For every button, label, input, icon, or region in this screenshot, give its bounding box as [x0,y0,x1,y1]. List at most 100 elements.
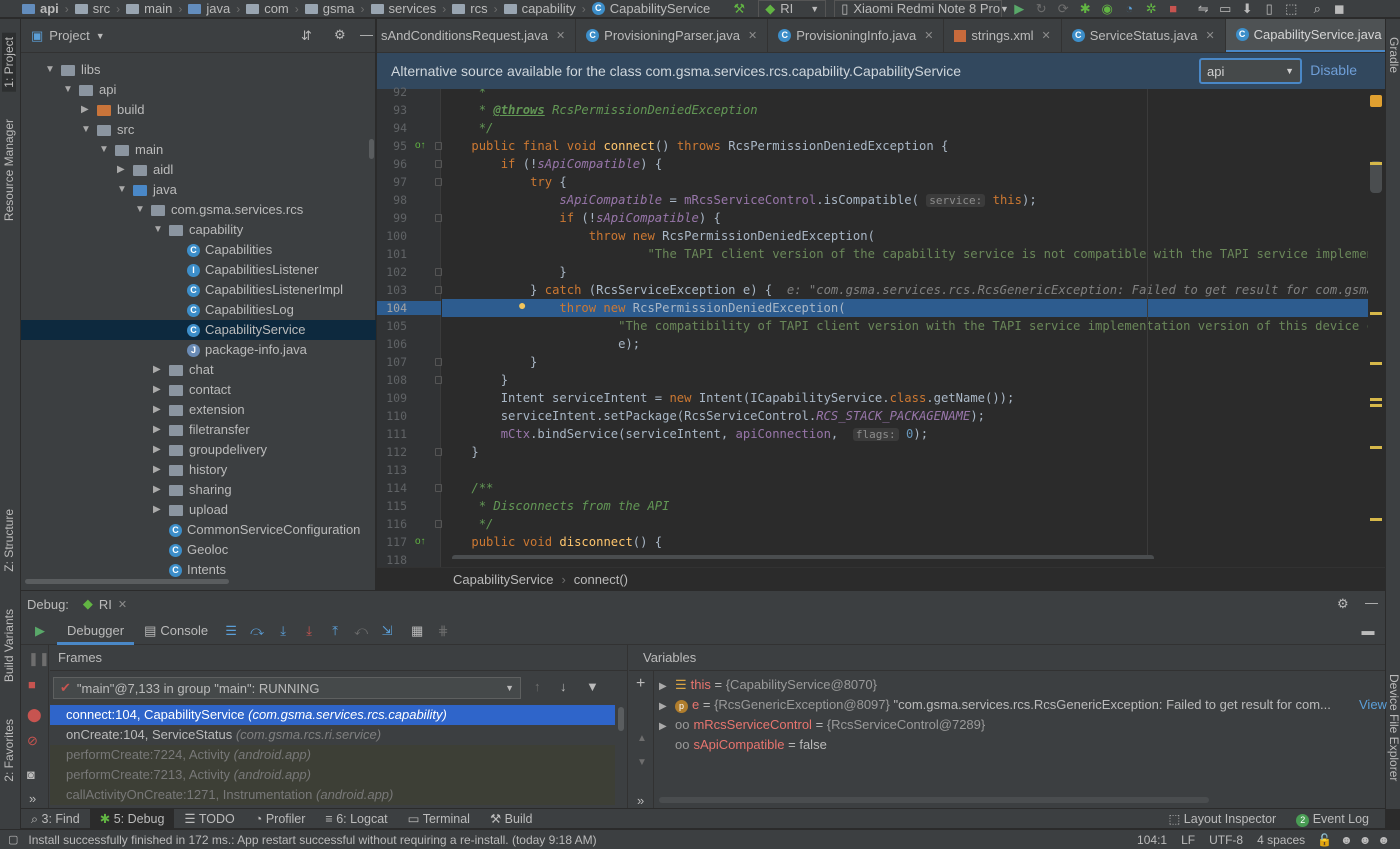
editor-scroll-markers[interactable] [1368,89,1384,567]
line-number[interactable]: 117 [377,535,407,549]
tool-tab-profiler[interactable]: ◔ Profiler [245,809,316,829]
tab-strings-xml[interactable]: strings.xml ✕ [944,19,1062,52]
gear-icon[interactable]: ⚙ [334,27,346,43]
sync-icon[interactable]: ⇋ [1192,0,1214,17]
tree-item-commonserviceconfiguration[interactable]: C CommonServiceConfiguration [21,520,376,540]
avd-manager-icon[interactable]: ▭ [1214,0,1236,17]
tree-item-libs[interactable]: ▼ libs [21,60,376,80]
line-number[interactable]: 114 [377,481,407,495]
crumb-com[interactable]: com › [246,0,305,17]
expanded-arrow-icon[interactable]: ▼ [135,200,151,220]
line-number[interactable]: 109 [377,391,407,405]
apply-code-icon[interactable]: ⟳ [1052,0,1074,17]
sdk-manager-icon[interactable]: ⬇ [1236,0,1258,17]
force-step-into-icon[interactable]: ⤓ [298,621,320,641]
fold-marker-icon[interactable] [435,268,442,276]
tree-item-capabilities[interactable]: C Capabilities [21,240,376,260]
step-over-icon[interactable]: ⤼ [246,621,268,641]
more-icon[interactable]: » [637,793,644,808]
line-number[interactable]: 106 [377,337,407,351]
inspector-icon[interactable]: ☻ [1340,833,1353,847]
tree-item-upload[interactable]: ▶ upload [21,500,376,520]
code-editor[interactable]: * * @throws RcsPermissionDeniedException… [442,89,1384,559]
tree-item-extension[interactable]: ▶ extension [21,400,376,420]
line-number[interactable]: 108 [377,373,407,387]
crumb-services[interactable]: services › [370,0,453,17]
variable-row[interactable]: ▶ ☰ this = {CapabilityService@8070} [659,675,877,695]
line-number[interactable]: 93 [377,103,407,117]
hide-icon[interactable]: — [360,27,373,42]
fold-marker-icon[interactable] [435,142,442,150]
tool-tab-todo[interactable]: ☰ TODO [174,809,244,829]
tool-tab-layout-inspector[interactable]: ⬚ Layout Inspector [1159,809,1287,829]
tool-tab-structure[interactable]: Z: Structure [2,509,16,572]
fold-marker-icon[interactable] [435,520,442,528]
stop-icon[interactable]: ■ [28,677,36,692]
tool-tab-find[interactable]: ⌕ 3: Find [21,809,90,829]
step-into-icon[interactable]: ⤓ [272,621,294,641]
tool-tab-logcat[interactable]: ≡ 6: Logcat [315,809,397,829]
close-icon[interactable]: ✕ [1205,29,1214,42]
collapsed-arrow-icon[interactable]: ▶ [153,420,169,440]
tab-debugger[interactable]: Debugger [57,617,135,645]
status-message[interactable]: Install successfully finished in 172 ms.… [28,833,596,847]
variable-row[interactable]: oo sApiCompatible = false [675,735,827,755]
tree-item-history[interactable]: ▶ history [21,460,376,480]
variable-row[interactable]: ▶ p e = {RcsGenericException@8097} "com.gs… [659,695,1389,715]
restore-layout-icon[interactable]: ▬ [1357,621,1379,641]
stop-icon[interactable]: ■ [1162,0,1184,17]
lock-icon[interactable]: 🔓 [1317,833,1332,847]
line-number[interactable]: 95 [377,139,407,153]
variable-row[interactable]: ▶ oo mRcsServiceControl = {RcsServiceContr… [659,715,985,735]
tab-provisioning-info[interactable]: C ProvisioningInfo.java ✕ [768,19,945,52]
line-number[interactable]: 107 [377,355,407,369]
horizontal-scrollbar[interactable] [452,555,1154,559]
toggle-tool-windows-icon[interactable]: ▢ [8,833,18,846]
collapsed-arrow-icon[interactable]: ▶ [81,100,97,120]
tool-tab-project[interactable]: 1: Project [2,33,16,92]
profile-icon[interactable]: ◉ [1096,0,1118,17]
app-icon[interactable]: ◼ [1328,0,1350,17]
tree-item-capabilitieslistener[interactable]: I CapabilitiesListener [21,260,376,280]
attach-debugger-icon[interactable]: ✲ [1140,0,1162,17]
tree-item-filetransfer[interactable]: ▶ filetransfer [21,420,376,440]
collapsed-arrow-icon[interactable]: ▶ [153,460,169,480]
tree-item-capability[interactable]: ▼ capability [21,220,376,240]
expanded-arrow-icon[interactable]: ▼ [99,140,115,160]
view-breakpoints-icon[interactable]: ⬤ [27,707,42,723]
crumb-api[interactable]: api › [22,0,75,17]
breadcrumb-method[interactable]: connect() [574,572,628,587]
tree-item-java[interactable]: ▼ java [21,180,376,200]
tree-item-capabilityservice[interactable]: C CapabilityService [21,320,376,340]
close-icon[interactable]: ✕ [1042,29,1051,42]
chevron-down-icon[interactable]: ▼ [96,31,105,41]
line-number[interactable]: 97 [377,175,407,189]
crumb-src[interactable]: src › [74,0,126,17]
memory-icon[interactable]: ☻ [1359,833,1372,847]
tree-item-chat[interactable]: ▶ chat [21,360,376,380]
file-encoding[interactable]: UTF-8 [1209,833,1243,847]
tab-terms-request[interactable]: sAndConditionsRequest.java ✕ [377,19,577,52]
tree-item-api[interactable]: ▼ api [21,80,376,100]
tab-console[interactable]: ▤ Console [134,617,218,645]
caret-position[interactable]: 104:1 [1137,833,1167,847]
fold-marker-icon[interactable] [435,214,442,222]
crumb-capability[interactable]: capability › [503,0,592,17]
crumb-rcs[interactable]: rcs › [452,0,503,17]
expanded-arrow-icon[interactable]: ▼ [153,220,169,240]
vertical-scrollbar[interactable] [1370,161,1382,193]
arrow-up-icon[interactable]: ▲ [637,733,647,744]
view-link[interactable]: View [1359,695,1387,715]
more-icon[interactable]: » [29,791,36,806]
close-icon[interactable]: ✕ [118,598,127,611]
line-number[interactable]: 116 [377,517,407,531]
tree-item-build[interactable]: ▶ build [21,100,376,120]
tree-item-capabilitieslistenerimpl[interactable]: C CapabilitiesListenerImpl [21,280,376,300]
camera-icon[interactable]: ◙ [27,767,35,782]
frame-row[interactable]: performCreate:7224, Activity (android.ap… [50,745,615,765]
frame-row[interactable]: performCreate:7213, Activity (android.ap… [50,765,615,785]
line-number[interactable]: 110 [377,409,407,423]
line-number[interactable]: 94 [377,121,407,135]
mute-breakpoints-icon[interactable]: ⊘ [27,733,38,749]
crumb-capabilityservice[interactable]: C CapabilityService [591,0,710,17]
